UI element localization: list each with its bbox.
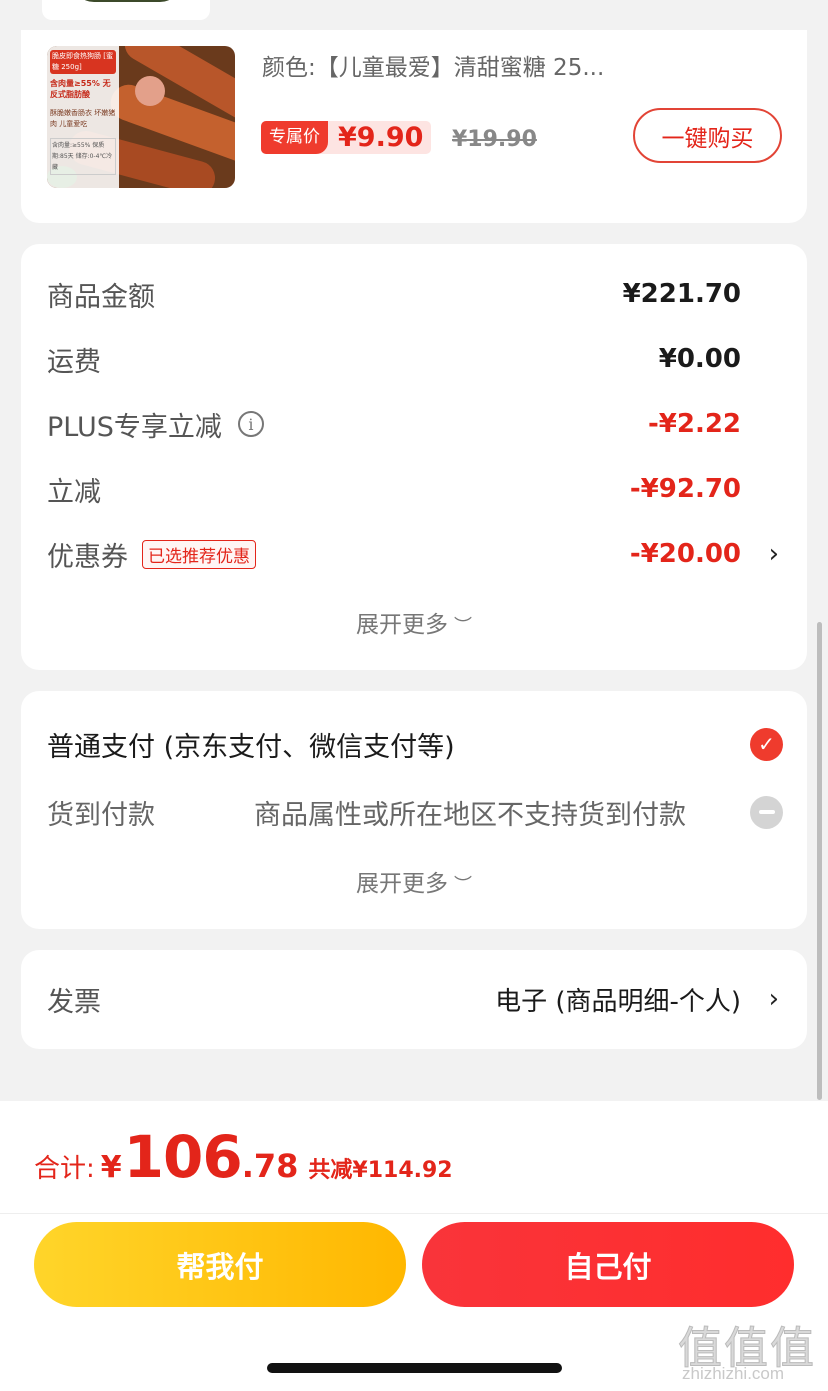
coupon-label: 优惠券 [47, 541, 128, 573]
payment-expand-more-button[interactable]: 展开更多 ︶ [21, 864, 807, 898]
instant-discount-label: 立减 [47, 476, 101, 508]
disabled-radio-icon [750, 795, 783, 829]
payment-expand-more-label: 展开更多 [356, 871, 448, 897]
invoice-label: 发票 [47, 986, 101, 1018]
divider [0, 1213, 828, 1214]
invoice-card[interactable]: 发票 电子 (商品明细-个人) › [21, 950, 807, 1049]
chevron-down-icon: ︶ [454, 616, 472, 637]
row-goods-amount: 商品金额 ¥221.70 [47, 274, 781, 314]
row-shipping: 运费 ¥0.00 [47, 339, 781, 379]
previous-product-thumbnail [42, 0, 210, 20]
image-badge: 脆皮即食热狗肠 [蜜糖 250g] [50, 50, 116, 74]
pay-myself-button[interactable]: 自己付 [422, 1222, 794, 1307]
plus-discount-label: PLUS专享立减 [47, 411, 222, 443]
invoice-row[interactable]: 发票 电子 (商品明细-个人) › [47, 979, 781, 1019]
row-instant-discount: 立减 -¥92.70 [47, 469, 781, 509]
image-headline: 含肉量≥55% 无反式脂肪酸 [50, 79, 111, 99]
exclusive-label: 专属价 [261, 121, 328, 154]
scrollbar[interactable] [817, 622, 822, 1100]
product-card: 脆皮即食热狗肠 [蜜糖 250g] 含肉量≥55% 无反式脂肪酸 酥脆嫩香肠衣 … [21, 30, 807, 223]
watermark: 值值值 zhizhizhi.com [676, 1312, 822, 1384]
product-image-label: 脆皮即食热狗肠 [蜜糖 250g] 含肉量≥55% 无反式脂肪酸 酥脆嫩香肠衣 … [47, 46, 119, 188]
expand-more-button[interactable]: 展开更多 ︶ [21, 605, 807, 639]
payment-cod-label: 货到付款 [47, 799, 155, 831]
image-info: 含肉量:≥55% 保质期:85天 储存:0-4℃冷藏 [50, 138, 116, 175]
chevron-right-icon[interactable]: › [769, 539, 779, 569]
chevron-down-icon: ︶ [454, 875, 472, 896]
row-coupon[interactable]: 优惠券 已选推荐优惠 -¥20.00 › [47, 534, 781, 574]
goods-amount-label: 商品金额 [47, 281, 155, 313]
plus-discount-value: -¥2.22 [647, 409, 741, 439]
thumbnail-image [72, 0, 182, 2]
home-indicator[interactable] [267, 1363, 562, 1373]
price-summary-card: 商品金额 ¥221.70 运费 ¥0.00 PLUS专享立减 i -¥2.22 … [21, 244, 807, 670]
goods-amount-value: ¥221.70 [622, 279, 741, 309]
help-me-pay-button[interactable]: 帮我付 [34, 1222, 406, 1307]
total-saved: 共减¥114.92 [308, 1158, 453, 1183]
product-spec: 颜色:【儿童最爱】清甜蜜糖 25... [262, 55, 605, 81]
watermark-url: zhizhizhi.com [682, 1364, 785, 1383]
selected-check-icon[interactable]: ✓ [750, 727, 783, 761]
chevron-right-icon[interactable]: › [769, 984, 779, 1014]
expand-more-label: 展开更多 [356, 612, 448, 638]
shipping-label: 运费 [47, 346, 101, 378]
payment-normal-label: 普通支付 (京东支付、微信支付等) [47, 731, 455, 763]
payment-normal-option[interactable]: 普通支付 (京东支付、微信支付等) ✓ [47, 724, 783, 764]
image-desc: 酥脆嫩香肠衣 坏嫩猪肉 儿童爱吃 [50, 109, 116, 128]
order-total: 合计: ¥ 106 .78 共减¥114.92 [34, 1123, 453, 1191]
payment-cod-note: 商品属性或所在地区不支持货到付款 [254, 799, 686, 831]
one-click-buy-button[interactable]: 一键购买 [633, 108, 782, 163]
product-image[interactable]: 脆皮即食热狗肠 [蜜糖 250g] 含肉量≥55% 无反式脂肪酸 酥脆嫩香肠衣 … [47, 46, 235, 188]
total-currency: ¥ [100, 1150, 122, 1185]
row-plus-discount: PLUS专享立减 i -¥2.22 [47, 404, 781, 444]
invoice-value: 电子 (商品明细-个人) [495, 986, 741, 1017]
sausage-cut-shape [135, 76, 165, 106]
coupon-value: -¥20.00 [629, 539, 741, 569]
payment-method-card: 普通支付 (京东支付、微信支付等) ✓ 货到付款 商品属性或所在地区不支持货到付… [21, 691, 807, 929]
exclusive-price-tag: 专属价 ¥9.90 [261, 121, 432, 154]
shipping-value: ¥0.00 [658, 344, 741, 374]
coupon-badge: 已选推荐优惠 [142, 539, 256, 569]
payment-cod-option: 货到付款 商品属性或所在地区不支持货到付款 [47, 792, 783, 832]
total-decimal: .78 [241, 1147, 299, 1185]
instant-discount-value: -¥92.70 [629, 474, 741, 504]
original-price: ¥19.90 [452, 127, 537, 152]
total-label: 合计: [34, 1154, 95, 1184]
total-integer: 106 [123, 1123, 243, 1191]
info-icon[interactable]: i [237, 411, 264, 437]
exclusive-price: ¥9.90 [338, 122, 424, 153]
